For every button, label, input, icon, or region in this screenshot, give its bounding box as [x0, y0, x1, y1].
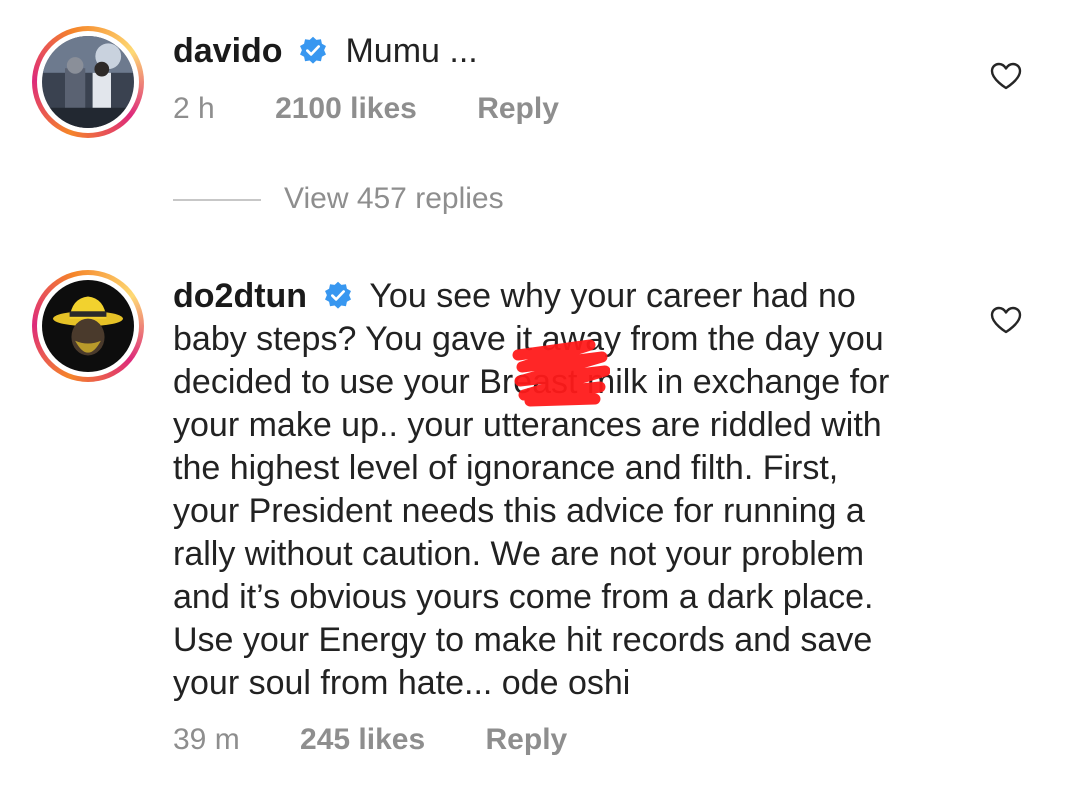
- comment-text-line: baby steps? You gave it away from the da…: [173, 320, 884, 358]
- comment-time: 39 m: [173, 723, 240, 756]
- comment-text-line: and it’s obvious yours come from a dark …: [173, 578, 874, 616]
- comment-header: do2dtun You see why your career had no: [173, 275, 856, 318]
- verified-badge-icon: [300, 36, 327, 64]
- heart-icon[interactable]: [989, 61, 1023, 91]
- comment-text-line: rally without caution. We are not your p…: [173, 535, 865, 573]
- comment-meta: 2 h 2100 likes Reply: [173, 92, 611, 126]
- comment-time: 2 h: [173, 92, 215, 125]
- avatar-davido[interactable]: [32, 26, 144, 138]
- comment-text-line: your make up.. your utterances are riddl…: [173, 406, 882, 444]
- reply-button[interactable]: Reply: [477, 92, 559, 125]
- avatar-do2dtun[interactable]: [32, 270, 144, 382]
- heart-icon[interactable]: [989, 305, 1023, 335]
- comment-text-line: Use your Energy to make hit records and …: [173, 621, 873, 659]
- likes-count[interactable]: 245 likes: [300, 723, 425, 756]
- avatar-photo: [42, 36, 134, 128]
- comment-text-line: the highest level of ignorance and filth…: [173, 449, 839, 487]
- username[interactable]: do2dtun: [173, 277, 307, 315]
- avatar-photo: [42, 280, 134, 372]
- likes-count[interactable]: 2100 likes: [275, 92, 417, 125]
- comment-text-line: your soul from hate... ode oshi: [173, 664, 631, 702]
- comment-meta: 39 m 245 likes Reply: [173, 723, 619, 757]
- comment-text: Mumu ...: [345, 32, 478, 70]
- view-replies-button[interactable]: View 457 replies: [284, 182, 504, 216]
- replies-divider: [173, 199, 261, 201]
- username[interactable]: davido: [173, 32, 283, 70]
- comment-text-line: decided to use your Breast milk in excha…: [173, 363, 890, 401]
- reply-button[interactable]: Reply: [486, 723, 568, 756]
- comment-text-line: your President needs this advice for run…: [173, 492, 865, 530]
- comment-text-line: You see why your career had no: [369, 277, 856, 315]
- comment-header: davido Mumu ...: [173, 30, 478, 73]
- comment-body: baby steps? You gave it away from the da…: [173, 318, 973, 705]
- verified-badge-icon: [324, 281, 351, 309]
